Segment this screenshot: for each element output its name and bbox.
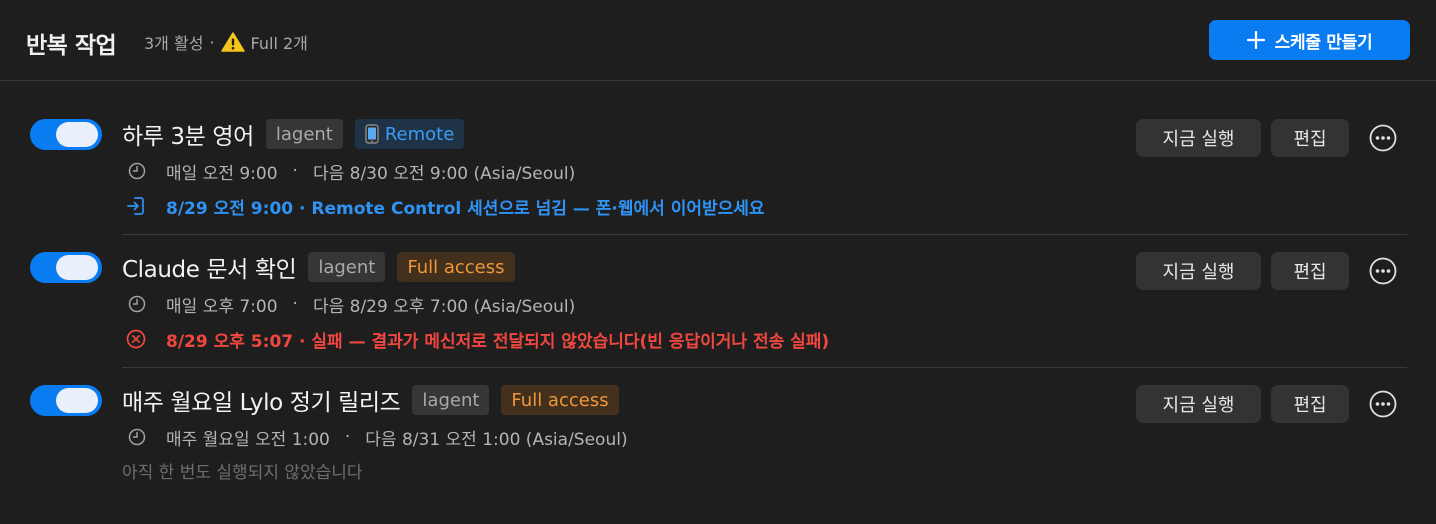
separator-dot: · xyxy=(344,427,351,447)
separator-dot: · xyxy=(292,161,298,181)
clock-icon xyxy=(128,162,146,180)
task-actions: 지금 실행 편집 xyxy=(1136,119,1398,157)
schedule-row: 매일 오후 7:00 · 다음 8/29 오후 7:00 (Asia/Seoul… xyxy=(128,293,576,317)
clock-icon xyxy=(128,428,146,446)
task-title: Claude 문서 확인 xyxy=(122,257,297,283)
handoff-icon xyxy=(127,197,144,215)
remote-tag-label: Remote xyxy=(384,123,455,145)
task-enabled-toggle[interactable] xyxy=(30,252,102,283)
more-options-icon[interactable] xyxy=(1368,123,1398,153)
warning-icon xyxy=(220,32,245,52)
edit-button[interactable]: 편집 xyxy=(1271,119,1349,157)
task-title-row: 매주 월요일 Lylo 정기 릴리즈 lagent Full access xyxy=(122,384,619,416)
remote-tag: Remote xyxy=(354,119,465,149)
task-title-row: Claude 문서 확인 lagent Full access xyxy=(122,251,515,283)
more-options-icon[interactable] xyxy=(1368,256,1398,286)
create-schedule-button[interactable]: 스케줄 만들기 xyxy=(1209,20,1410,60)
separator-dot: · xyxy=(209,32,215,52)
schedule-row: 매일 오전 9:00 · 다음 8/30 오전 9:00 (Asia/Seoul… xyxy=(128,160,576,184)
last-run-status: 아직 한 번도 실행되지 않았습니다 xyxy=(122,462,363,483)
toggle-knob xyxy=(56,388,98,413)
create-schedule-label: 스케줄 만들기 xyxy=(1274,32,1373,53)
full-access-tag: Full access xyxy=(397,252,515,282)
next-run-text: 다음 8/30 오전 9:00 (Asia/Seoul) xyxy=(312,163,576,184)
run-now-button[interactable]: 지금 실행 xyxy=(1136,385,1261,423)
phone-icon xyxy=(365,124,379,144)
separator-dot: · xyxy=(292,294,298,314)
run-now-button[interactable]: 지금 실행 xyxy=(1136,119,1261,157)
agent-tag: lagent xyxy=(308,252,386,282)
header-status: 3개 활성 · Full 2개 xyxy=(144,30,308,54)
schedule-text: 매일 오전 9:00 xyxy=(166,163,278,184)
edit-button[interactable]: 편집 xyxy=(1271,385,1349,423)
page-title: 반복 작업 xyxy=(26,33,117,59)
last-run-status-text: 8/29 오후 5:07 · 실패 — 결과가 메신저로 전달되지 않았습니다(… xyxy=(166,331,830,352)
next-run-text: 다음 8/31 오전 1:00 (Asia/Seoul) xyxy=(365,429,628,450)
error-circle-icon xyxy=(126,329,146,349)
agent-tag: lagent xyxy=(265,119,343,149)
task-row: 하루 3분 영어 lagent Remote 매일 오전 9:00 · 다음 8… xyxy=(0,103,1436,236)
task-title: 매주 월요일 Lylo 정기 릴리즈 xyxy=(122,390,401,416)
toggle-knob xyxy=(56,255,98,280)
schedule-row: 매주 월요일 오전 1:00 · 다음 8/31 오전 1:00 (Asia/S… xyxy=(128,426,628,450)
active-count: 3개 활성 xyxy=(144,34,204,53)
task-title-row: 하루 3분 영어 lagent Remote xyxy=(122,118,465,150)
toggle-knob xyxy=(56,122,98,147)
task-row: 매주 월요일 Lylo 정기 릴리즈 lagent Full access 매주… xyxy=(0,369,1436,502)
last-run-status: 8/29 오전 9:00 · Remote Control 세션으로 넘김 — … xyxy=(126,195,765,219)
task-enabled-toggle[interactable] xyxy=(30,385,102,416)
next-run-text: 다음 8/29 오후 7:00 (Asia/Seoul) xyxy=(312,296,576,317)
edit-button[interactable]: 편집 xyxy=(1271,252,1349,290)
schedule-text: 매주 월요일 오전 1:00 xyxy=(166,429,330,450)
last-run-status: 8/29 오후 5:07 · 실패 — 결과가 메신저로 전달되지 않았습니다(… xyxy=(126,328,830,352)
row-divider xyxy=(122,367,1407,368)
task-row: Claude 문서 확인 lagent Full access 매일 오후 7:… xyxy=(0,236,1436,369)
task-enabled-toggle[interactable] xyxy=(30,119,102,150)
task-title: 하루 3분 영어 xyxy=(122,124,254,150)
plus-icon xyxy=(1246,31,1265,49)
row-divider xyxy=(122,234,1407,235)
clock-icon xyxy=(128,295,146,313)
task-actions: 지금 실행 편집 xyxy=(1136,385,1398,423)
run-now-button[interactable]: 지금 실행 xyxy=(1136,252,1261,290)
agent-tag: lagent xyxy=(412,385,490,415)
task-actions: 지금 실행 편집 xyxy=(1136,252,1398,290)
full-access-count: Full 2개 xyxy=(250,34,308,53)
schedule-text: 매일 오후 7:00 xyxy=(166,296,278,317)
page-header: 반복 작업 3개 활성 · Full 2개 스케줄 만들기 xyxy=(0,0,1436,81)
full-access-tag: Full access xyxy=(501,385,619,415)
last-run-status-text: 8/29 오전 9:00 · Remote Control 세션으로 넘김 — … xyxy=(166,198,765,219)
more-options-icon[interactable] xyxy=(1368,389,1398,419)
